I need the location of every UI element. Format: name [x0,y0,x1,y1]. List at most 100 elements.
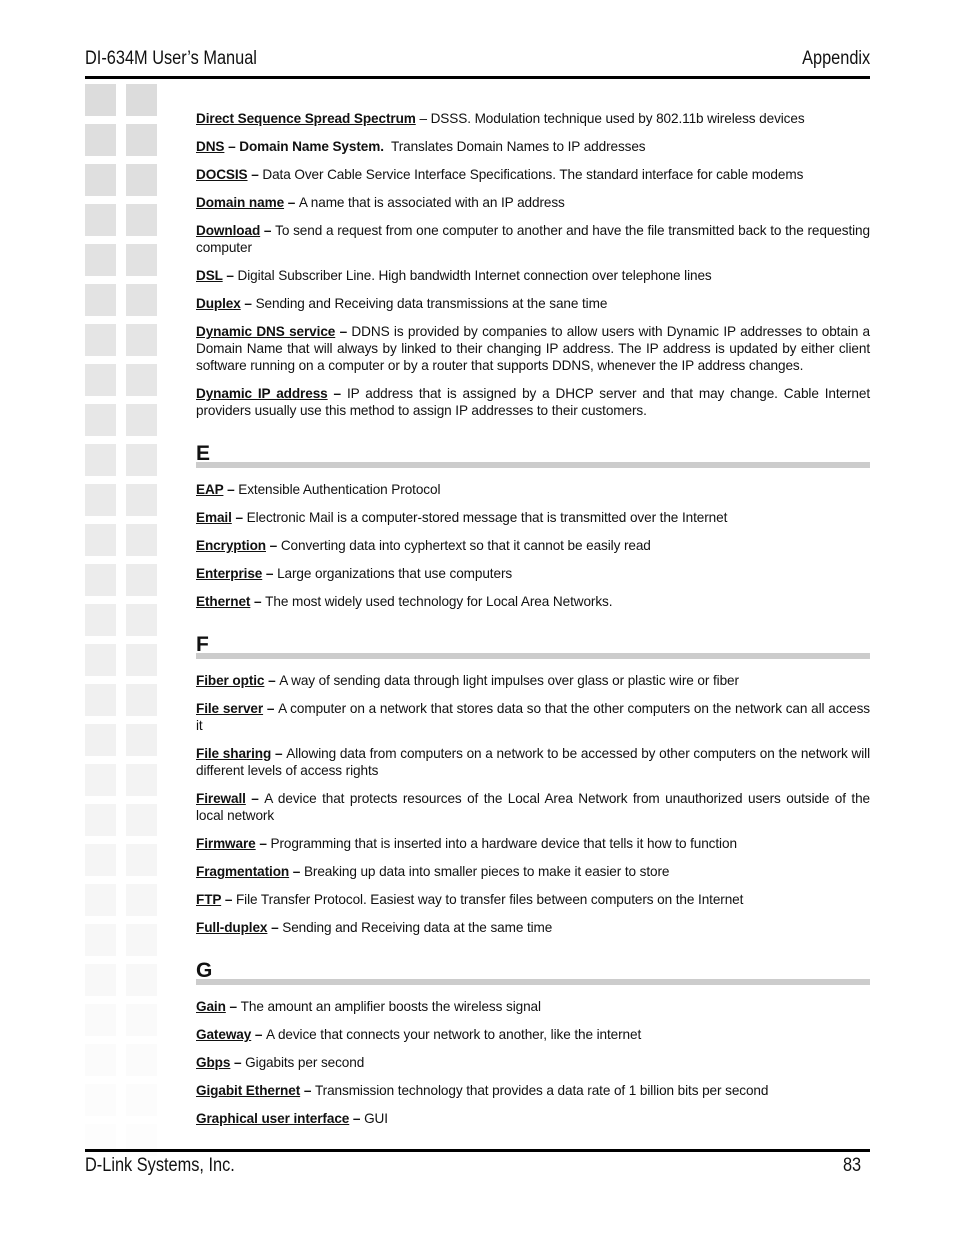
glossary-term: Gain [196,999,226,1014]
decorative-square [85,84,116,116]
decorative-square [126,844,157,876]
term-separator: – [327,386,347,401]
decorative-square [126,524,157,556]
decorative-square [126,364,157,396]
decorative-square [126,644,157,676]
term-separator: – [267,920,283,935]
term-separator: – [271,746,287,761]
glossary-definition: Programming that is inserted into a hard… [270,836,737,851]
decorative-square [126,684,157,716]
glossary-definition: Allowing data from computers on a networ… [196,746,871,778]
glossary-entry: Direct Sequence Spread Spectrum – DSSS. … [196,110,870,127]
glossary-entry: DSL – Digital Subscriber Line. High band… [196,267,870,284]
glossary-entry: Download – To send a request from one co… [196,222,870,256]
decorative-square [85,484,116,516]
section-divider [196,979,870,985]
glossary-definition: File Transfer Protocol. Easiest way to t… [235,892,744,907]
glossary-definition: DSSS. Modulation technique used by 802.1… [430,111,805,126]
decorative-square [126,804,157,836]
glossary-definition: Data Over Cable Service Interface Specif… [262,167,804,182]
section-divider [196,653,870,659]
footer-rule [85,1149,870,1152]
glossary-term: Dynamic IP address [196,386,328,401]
decorative-square [85,204,116,236]
glossary-entry: FTP – File Transfer Protocol. Easiest wa… [196,891,870,908]
glossary-entry: Encryption – Converting data into cypher… [196,537,870,554]
decorative-square [126,324,157,356]
decorative-square [126,124,157,156]
term-separator: – [255,836,271,851]
glossary-entry: Dynamic IP address – IP address that is … [196,385,870,419]
term-separator: – [284,195,299,210]
term-separator: – [231,510,247,525]
glossary-term: Duplex [196,296,241,311]
glossary-definition: A computer on a network that stores data… [196,701,870,733]
glossary-term: Gateway [196,1027,252,1042]
glossary-term: FTP [196,892,222,907]
glossary-entry: Firewall – A device that protects resour… [196,790,870,824]
glossary-term: Fiber optic [196,673,265,688]
glossary-entry: Full-duplex – Sending and Receiving data… [196,919,870,936]
glossary-entry: DOCSIS – Data Over Cable Service Interfa… [196,166,870,183]
glossary-definition: Digital Subscriber Line. High bandwidth … [237,268,712,283]
decorative-square [126,884,157,916]
glossary-entry: Gain – The amount an amplifier boosts th… [196,998,870,1015]
glossary-term: DOCSIS [196,167,248,182]
glossary-entry: File sharing – Allowing data from comput… [196,745,870,779]
decorative-square [85,644,116,676]
decorative-square [85,724,116,756]
page-header: DI-634M User’s Manual Appendix [85,48,870,72]
glossary-entry: Graphical user interface – GUI [196,1110,870,1127]
decorative-square [126,564,157,596]
glossary-term: Firmware [196,836,256,851]
term-separator: – [264,673,280,688]
term-separator: – [225,999,241,1014]
term-separator: – [222,268,238,283]
section-divider [196,462,870,468]
term-separator: – [415,111,431,126]
glossary-definition: Large organizations that use computers [277,566,513,581]
decorative-square [85,924,116,956]
term-separator: – [266,538,281,553]
glossary-definition: Electronic Mail is a computer-stored mes… [246,510,728,525]
decorative-square [85,1044,116,1076]
glossary-definition: Transmission technology that provides a … [314,1083,769,1098]
decorative-square [85,164,116,196]
term-separator: – [289,864,304,879]
glossary-term: Gigabit Ethernet [196,1083,301,1098]
glossary-definition: Gigabits per second [245,1055,365,1070]
glossary-term: Enterprise [196,566,263,581]
glossary-term: Direct Sequence Spread Spectrum [196,111,416,126]
decorative-square [85,964,116,996]
decorative-square [85,564,116,596]
glossary-entry: Ethernet – The most widely used technolo… [196,593,870,610]
glossary-term: File server [196,701,264,716]
decorative-square [85,884,116,916]
glossary-definition: Converting data into cyphertext so that … [280,538,651,553]
decorative-square [85,284,116,316]
glossary-definition: Domain Name System. [239,139,384,154]
page-number: 83 [842,1155,861,1176]
glossary-definition: A device that protects resources of the … [196,791,870,823]
glossary-definition: Extensible Authentication Protocol [238,482,441,497]
decorative-square [126,764,157,796]
section-name: Appendix [801,48,870,69]
term-separator: – [260,223,276,238]
decorative-square [126,964,157,996]
glossary-entry: Duplex – Sending and Receiving data tran… [196,295,870,312]
term-separator: – [300,1083,315,1098]
decorative-square [126,284,157,316]
term-separator: – [224,139,240,154]
glossary-term: Gbps [196,1055,231,1070]
glossary-entry: Gigabit Ethernet – Transmission technolo… [196,1082,870,1099]
decorative-square [85,404,116,436]
glossary-term: Ethernet [196,594,251,609]
glossary-definition: Sending and Receiving data at the same t… [282,920,553,935]
section-heading: G [196,960,870,986]
term-separator: – [245,791,265,806]
glossary-entry: Fiber optic – A way of sending data thro… [196,672,870,689]
decorative-square [85,684,116,716]
decorative-square [85,124,116,156]
glossary-entry: Firmware – Programming that is inserted … [196,835,870,852]
glossary-content: Direct Sequence Spread Spectrum – DSSS. … [196,110,870,1138]
